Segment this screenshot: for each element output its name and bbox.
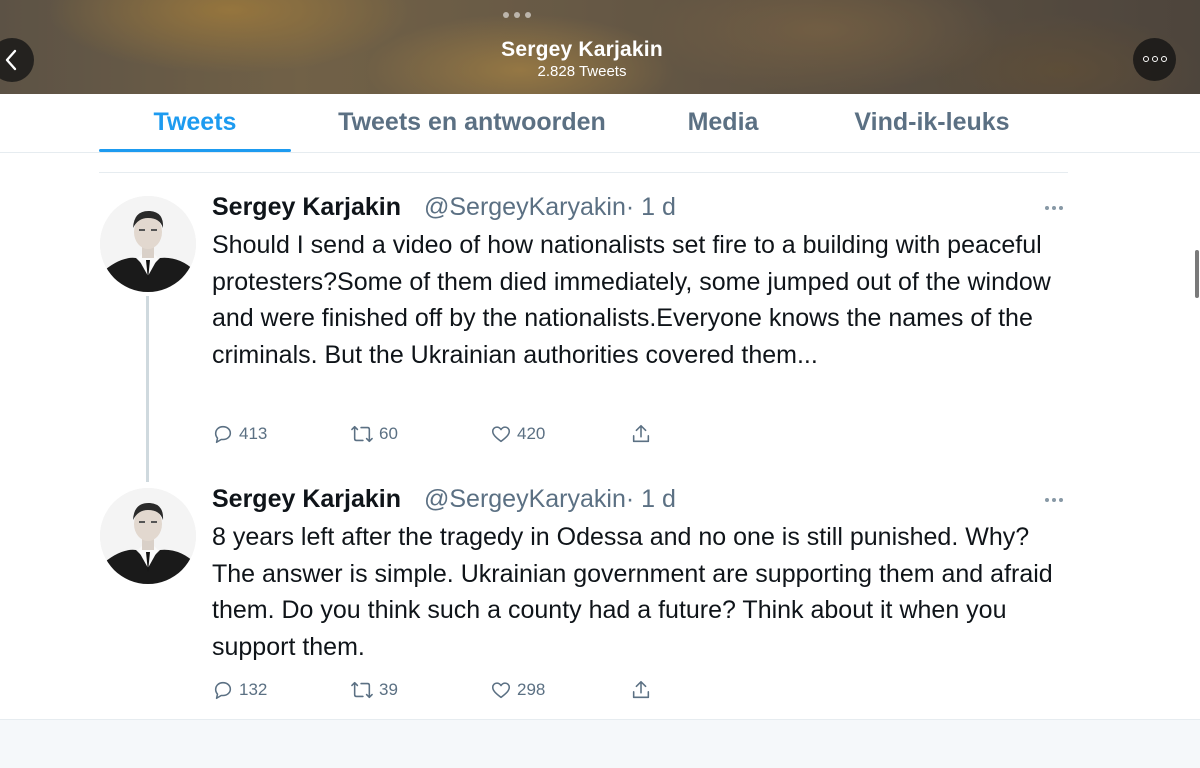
- author-handle[interactable]: @SergeyKaryakin· 1 d: [424, 193, 676, 222]
- reply-button[interactable]: 132: [212, 679, 267, 701]
- chevron-left-icon: [5, 49, 17, 71]
- heart-icon: [491, 682, 511, 699]
- reply-button[interactable]: 413: [212, 423, 267, 445]
- tweet-timestamp[interactable]: · 1 d: [626, 485, 676, 513]
- tab-tweets[interactable]: Tweets: [99, 108, 291, 137]
- heart-icon: [491, 426, 511, 443]
- retweet-count: 60: [379, 424, 398, 443]
- reply-icon: [214, 681, 232, 700]
- tweet-more-icon[interactable]: [1045, 498, 1063, 502]
- avatar[interactable]: [100, 196, 196, 292]
- author-handle[interactable]: @SergeyKaryakin· 1 d: [424, 485, 676, 514]
- share-icon: [632, 680, 650, 699]
- active-tab-indicator: [99, 149, 291, 152]
- retweet-icon: [351, 425, 373, 443]
- tweet-more-icon[interactable]: [1045, 206, 1063, 210]
- feed-footer: [0, 719, 1200, 768]
- retweet-button[interactable]: 60: [350, 423, 398, 445]
- tweet-count: 2.828 Tweets: [537, 63, 627, 80]
- retweet-count: 39: [379, 680, 398, 699]
- back-button[interactable]: [0, 38, 34, 82]
- tweet-text: 8 years left after the tragedy in Odessa…: [212, 523, 1053, 661]
- tweet-timestamp[interactable]: · 1 d: [626, 193, 676, 221]
- like-count: 298: [517, 680, 546, 699]
- avatar[interactable]: [100, 488, 196, 584]
- tab-media[interactable]: Media: [664, 108, 782, 137]
- like-count: 420: [517, 424, 546, 443]
- reply-count: 413: [239, 424, 268, 443]
- profile-name-title: Sergey Karjakin: [501, 38, 663, 61]
- like-button[interactable]: 298: [490, 679, 545, 701]
- like-button[interactable]: 420: [490, 423, 545, 445]
- reply-count: 132: [239, 680, 268, 699]
- profile-header-banner: Sergey Karjakin 2.828 Tweets: [0, 0, 1200, 94]
- retweet-icon: [351, 681, 373, 699]
- more-horizontal-icon: [1143, 56, 1167, 62]
- author-name[interactable]: Sergey Karjakin: [212, 193, 401, 222]
- tab-tweets-and-replies[interactable]: Tweets en antwoorden: [310, 108, 634, 137]
- share-button[interactable]: [630, 679, 652, 701]
- profile-tabs: Tweets Tweets en antwoorden Media Vind-i…: [0, 94, 1200, 153]
- thread-connector: [146, 296, 149, 482]
- share-icon: [632, 424, 650, 443]
- reply-icon: [214, 425, 232, 444]
- drag-handle-icon[interactable]: [503, 12, 531, 18]
- more-options-button[interactable]: [1133, 38, 1176, 81]
- divider: [99, 172, 1068, 173]
- author-name[interactable]: Sergey Karjakin: [212, 485, 401, 514]
- scrollbar[interactable]: [1195, 250, 1199, 298]
- retweet-button[interactable]: 39: [350, 679, 398, 701]
- share-button[interactable]: [630, 423, 652, 445]
- tab-likes[interactable]: Vind-ik-leuks: [822, 108, 1042, 137]
- tweet-text: Should I send a video of how nationalist…: [212, 231, 1051, 369]
